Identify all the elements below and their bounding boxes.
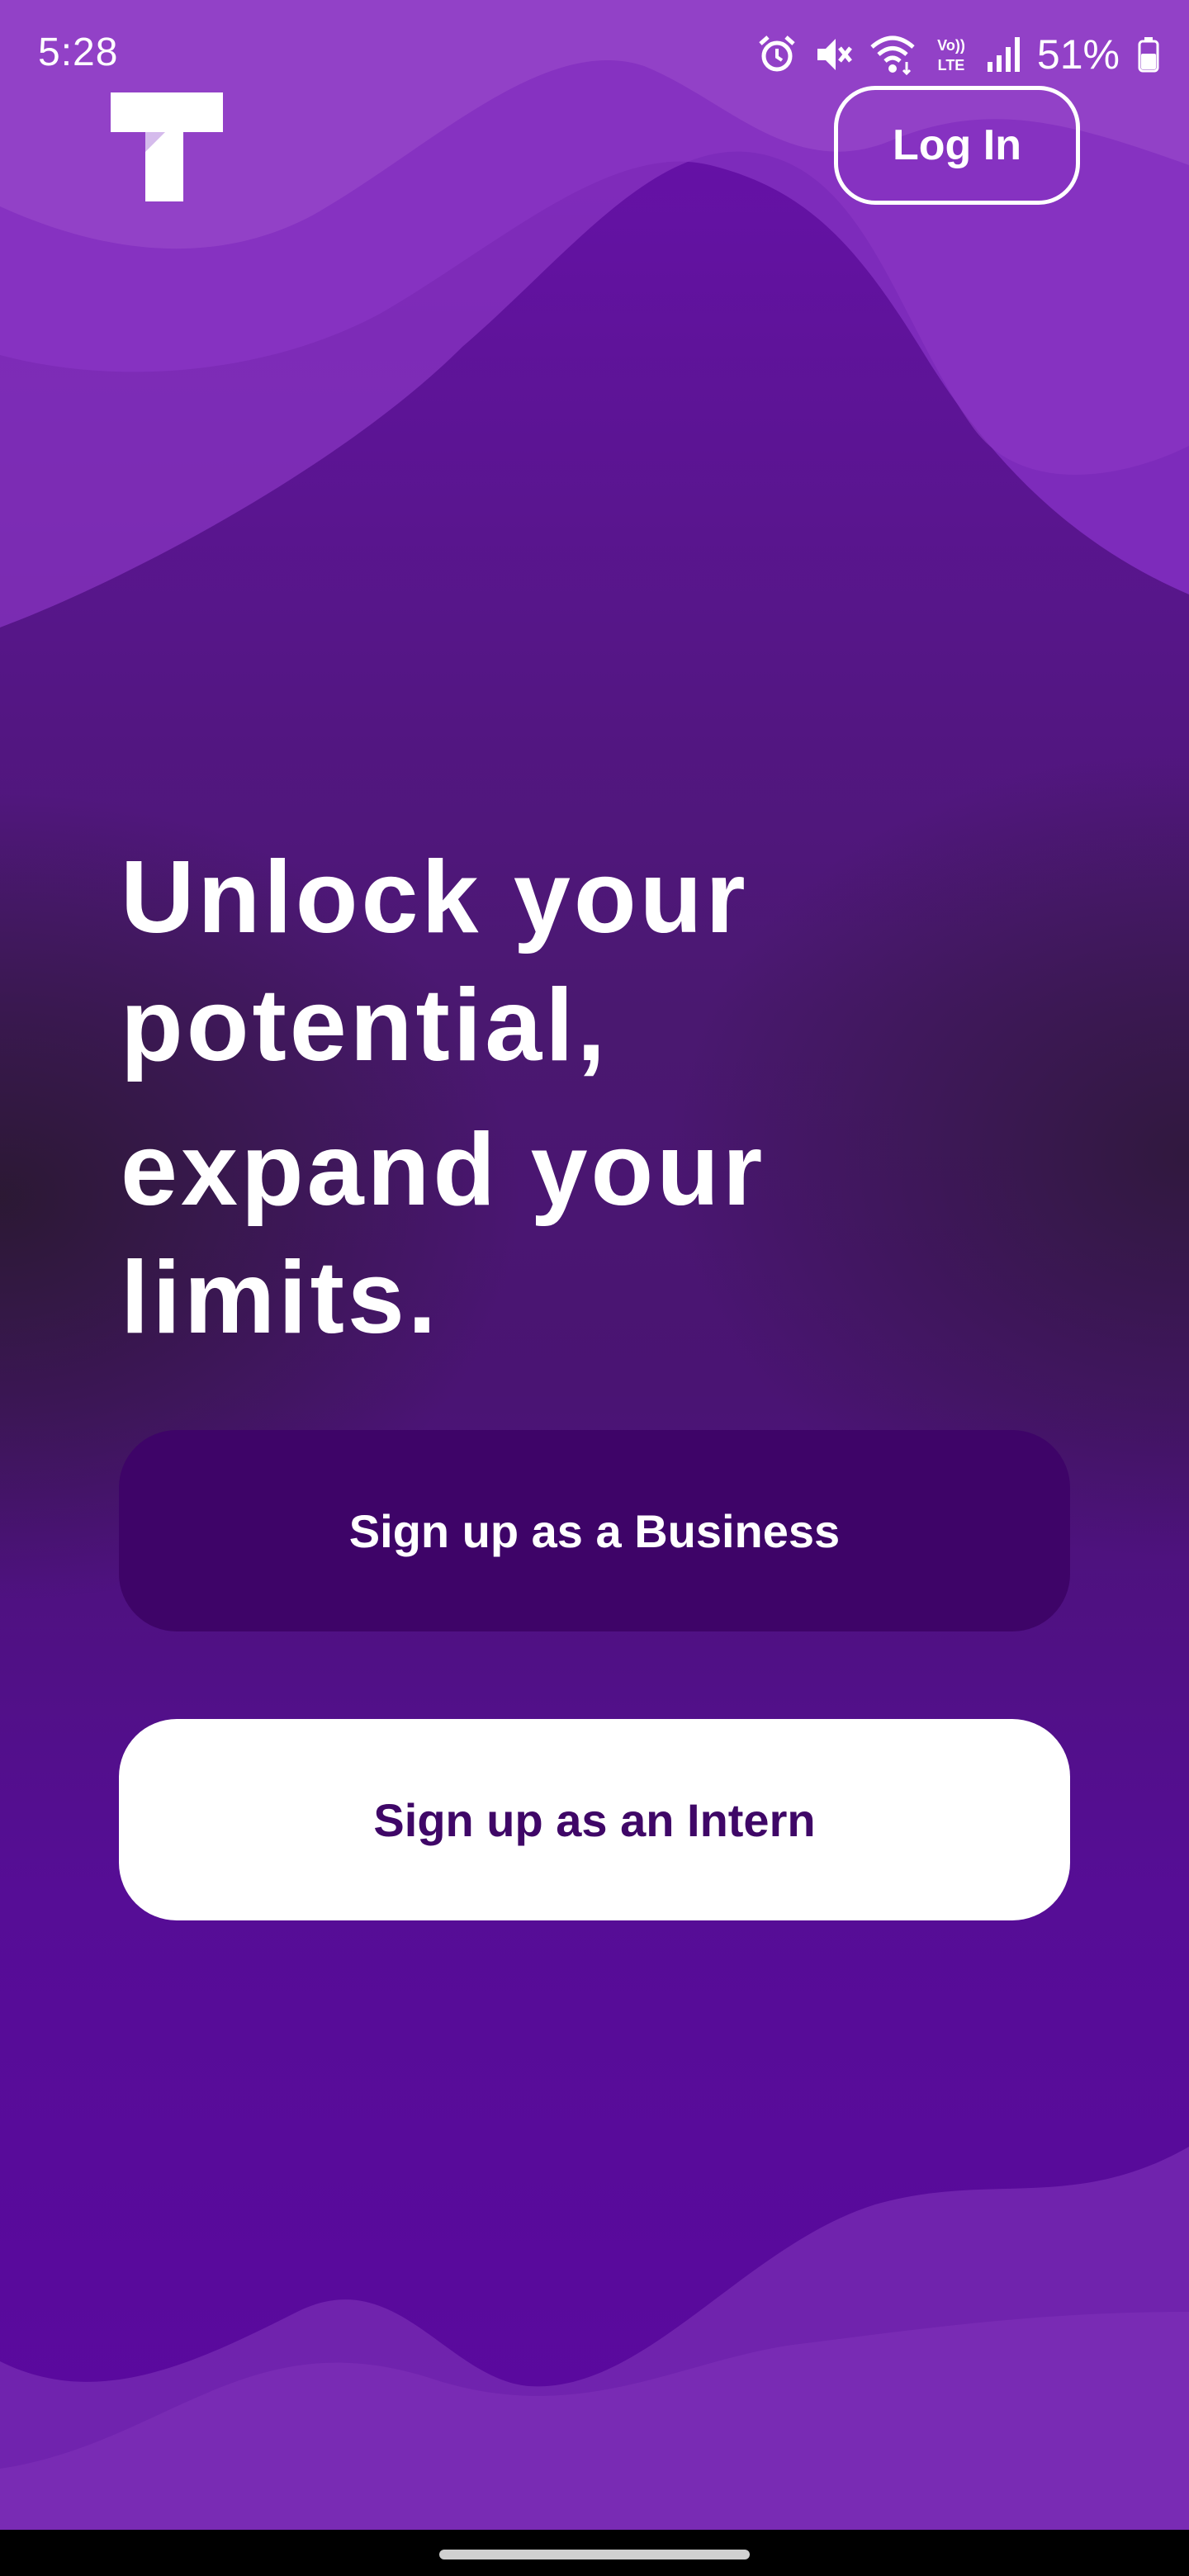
signup-intern-button[interactable]: Sign up as an Intern [119, 1719, 1070, 1920]
welcome-screen: 5:28 Vo)) LTE 51% Log In Unlock your pot… [0, 0, 1189, 2530]
headline-line: expand your [121, 1113, 766, 1227]
svg-text:Vo)): Vo)) [937, 37, 965, 54]
volte-icon: Vo)) LTE [937, 37, 965, 73]
login-button[interactable]: Log In [834, 86, 1080, 205]
signup-business-button[interactable]: Sign up as a Business [119, 1430, 1070, 1631]
battery-icon [1138, 37, 1159, 73]
bottom-wave-decoration [0, 2147, 1189, 2530]
alarm-icon [759, 36, 795, 72]
t-logo-icon [111, 92, 223, 201]
status-time: 5:28 [38, 31, 119, 74]
navigation-bar [0, 2530, 1189, 2576]
svg-text:LTE: LTE [938, 57, 965, 73]
headline: Unlock your potential, expand your limit… [121, 834, 1070, 1362]
headline-line: potential, [121, 968, 609, 1082]
headline-line: Unlock your [121, 841, 749, 954]
signal-icon [987, 37, 1020, 72]
battery-percent: 51% [1036, 31, 1120, 78]
home-indicator[interactable] [439, 2550, 750, 2559]
headline-line: limits. [121, 1241, 440, 1355]
mute-icon [817, 39, 852, 70]
wifi-icon [870, 36, 915, 75]
status-icons: Vo)) LTE 51% [756, 30, 1159, 79]
